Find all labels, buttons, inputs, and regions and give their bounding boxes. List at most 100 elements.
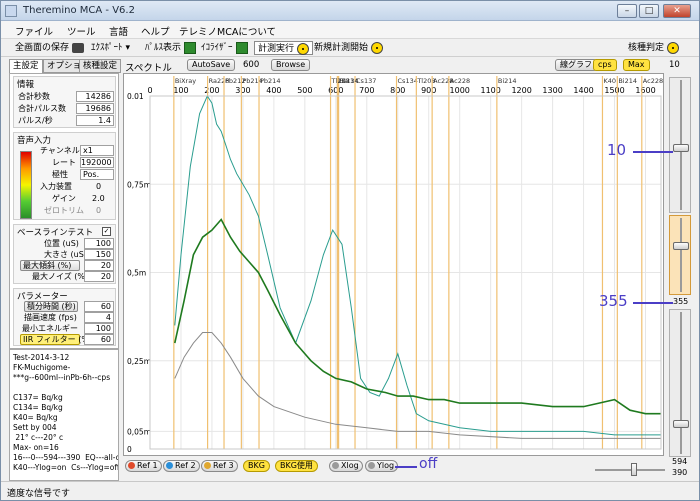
minimize-button[interactable]: – (617, 4, 637, 18)
title-bar: Theremino MCA - V6.2 – □ ✕ (1, 1, 699, 21)
menu-about[interactable]: テレミノMCAについて (179, 24, 276, 38)
x-tick-label: 0 (147, 86, 152, 95)
max-noise-field[interactable]: 20 (84, 271, 114, 282)
energy-range-slider[interactable] (595, 463, 665, 477)
ref1-dot-icon (128, 462, 135, 469)
energy-start-value: 594 (672, 457, 688, 466)
max-slope-field[interactable]: 20 (84, 260, 114, 271)
export-label: ｴｸｽﾎﾟｰﾄ (91, 43, 123, 53)
annotation-off-line (395, 466, 417, 468)
rate-label: レート (52, 158, 76, 167)
energy-range-track (595, 469, 665, 471)
ref1-label: Ref 1 (137, 461, 158, 470)
baseline-test-title: ベースラインテスト (17, 228, 94, 238)
bkg-use-button[interactable]: BKG使用 (275, 460, 318, 472)
gain-value[interactable]: 2.0 (92, 193, 105, 204)
y-tick-label: 0,05m (127, 427, 151, 436)
total-pulses-value: 19686 (76, 103, 114, 114)
isotope-marker-label: Cs134 (398, 77, 418, 85)
input-device-value[interactable]: 0 (96, 181, 101, 192)
x-scale-thumb[interactable] (673, 420, 689, 428)
tab-main-settings[interactable]: 主設定 (9, 59, 43, 74)
baseline-size-label: 大きさ (uS) (44, 250, 87, 259)
line-graph-button[interactable]: 線グラフ (555, 59, 597, 71)
close-button[interactable]: ✕ (663, 4, 691, 18)
isotope-marker-label: Cs134 (338, 77, 358, 85)
notes-textarea[interactable]: Test-2014-3-12 FK-Muchigome- ***g--600ml… (9, 349, 119, 481)
min-energy-field[interactable]: 100 (84, 323, 114, 334)
y-tick-label: 0 (127, 445, 132, 454)
menu-file[interactable]: ファイル (15, 24, 53, 38)
x-tick-label: 1400 (573, 86, 593, 95)
autosave-button[interactable]: AutoSave (187, 59, 236, 71)
export-button[interactable]: ｴｸｽﾎﾟｰﾄ ▾ (91, 41, 130, 55)
y-tick-label: 0,25m (127, 357, 151, 366)
run-measure-button[interactable]: 計測実行 (254, 41, 314, 55)
baseline-size-field[interactable]: 150 (84, 249, 114, 260)
new-measure-button[interactable]: 新規計測開始 (314, 41, 384, 55)
integration-time-field[interactable]: 60 (84, 301, 114, 312)
spectrum-chart[interactable]: 0 100 200 300 400 500 600 700 800 900 1000 1100 1200… (123, 73, 664, 456)
max-slope-button[interactable]: 最大傾斜 (%) (20, 260, 80, 271)
offset-value: 355 (673, 297, 689, 306)
ref3-label: Ref 3 (213, 461, 234, 470)
menu-help[interactable]: ヘルプ (141, 24, 170, 38)
save-screen-button[interactable]: 全画面の保存 (15, 41, 85, 55)
zero-trim-label: ゼロトリム (44, 206, 84, 215)
annotation-10: 10 (607, 141, 627, 159)
energy-range-thumb[interactable] (631, 463, 637, 476)
cps-button[interactable]: cps (593, 59, 617, 71)
y-scale-slider[interactable] (669, 77, 691, 213)
equalizer-button[interactable]: ｲｺﾗｲｻﾞｰ (201, 41, 248, 55)
y-scale-thumb[interactable] (673, 144, 689, 152)
x-tick-label: 100 (173, 86, 188, 95)
toolbar: 全画面の保存 ｴｸｽﾎﾟｰﾄ ▾ ﾊﾟﾙｽ表示 ｲｺﾗｲｻﾞｰ 計測実行 新規計測… (1, 39, 699, 57)
ref1-button[interactable]: Ref 1 (125, 460, 162, 472)
maximize-button[interactable]: □ (639, 4, 659, 18)
draw-speed-label: 描画速度 (fps) (24, 313, 77, 322)
x-tick-label: 1300 (542, 86, 562, 95)
nuclide-id-button[interactable]: 核種判定 (628, 41, 680, 55)
ref3-button[interactable]: Ref 3 (201, 460, 238, 472)
x-scale-slider[interactable] (669, 309, 691, 457)
x-scale-track (680, 312, 682, 454)
x-tick-label: 1600 (635, 86, 655, 95)
polarity-label: 極性 (52, 170, 68, 179)
equalizer-icon (235, 41, 248, 54)
offset-thumb[interactable] (673, 242, 689, 250)
menu-language[interactable]: 言語 (109, 24, 128, 38)
ref2-button[interactable]: Ref 2 (163, 460, 200, 472)
max-button[interactable]: Max (623, 59, 650, 71)
isotope-marker-label: Bi214 (618, 77, 637, 85)
xlog-button[interactable]: Xlog (329, 460, 363, 472)
baseline-test-checkbox[interactable]: ✓ (102, 227, 111, 236)
isotope-marker-label: Bi214 (498, 77, 517, 85)
xlog-dot-icon (332, 462, 339, 469)
iir-filter-field[interactable]: 60 (84, 334, 114, 345)
ylog-label: Ylog (377, 461, 395, 470)
y-tick-label: 0,5m (127, 269, 146, 278)
integration-time-button[interactable]: 積分時間 (秒) (24, 301, 78, 312)
polarity-select[interactable]: Pos. (80, 169, 114, 180)
energy-end-value: 390 (672, 468, 688, 477)
channel-select[interactable]: x1 (80, 145, 114, 156)
menu-tools[interactable]: ツール (67, 24, 96, 38)
bkg-button[interactable]: BKG (243, 460, 270, 472)
baseline-position-field[interactable]: 100 (84, 238, 114, 249)
rate-field[interactable]: 192000 (80, 157, 114, 168)
offset-slider[interactable] (669, 215, 691, 295)
autosave-interval-value[interactable]: 600 (243, 60, 259, 70)
draw-speed-field[interactable]: 4 (84, 312, 114, 323)
browse-button[interactable]: Browse (271, 59, 311, 71)
x-tick-label: 500 (297, 86, 312, 95)
total-seconds-label: 合計秒数 (18, 92, 50, 101)
y-tick-label: 0,75m (127, 180, 151, 189)
isotope-marker-label: Pb214 (260, 77, 280, 85)
zero-trim-value[interactable]: 0 (96, 205, 101, 216)
ylog-button[interactable]: Ylog (365, 460, 399, 472)
tab-nuclide-settings[interactable]: 核種設定 (79, 59, 122, 73)
spectrum-series-line (174, 332, 661, 439)
iir-filter-button[interactable]: IIR フィルター (%) (20, 334, 92, 345)
pulse-display-button[interactable]: ﾊﾟﾙｽ表示 (145, 41, 197, 55)
x-tick-label: 300 (235, 86, 250, 95)
